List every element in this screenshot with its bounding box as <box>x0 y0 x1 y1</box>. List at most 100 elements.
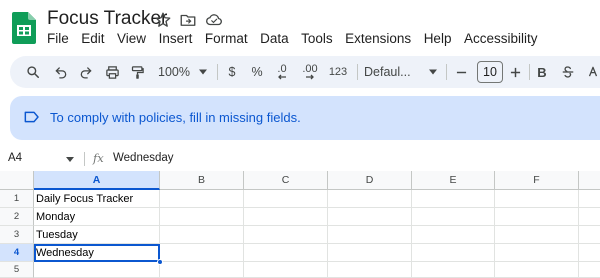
menu-accessibility[interactable]: Accessibility <box>464 31 538 46</box>
percent-icon: % <box>251 65 263 79</box>
currency-format-button[interactable]: $ <box>224 62 240 82</box>
row-header-1[interactable]: 1 <box>0 190 34 208</box>
menu-format[interactable]: Format <box>205 31 248 46</box>
sheets-logo-icon[interactable] <box>12 12 36 44</box>
cell-c1[interactable] <box>244 190 328 208</box>
menu-bar: File Edit View Insert Format Data Tools … <box>47 31 550 46</box>
cell-b4[interactable] <box>160 244 244 262</box>
cell-b2[interactable] <box>160 208 244 226</box>
cell-g4[interactable] <box>579 244 600 262</box>
cell-b1[interactable] <box>160 190 244 208</box>
cell-a3[interactable]: Tuesday <box>34 226 160 244</box>
redo-icon <box>80 67 92 79</box>
decrease-font-size-button[interactable] <box>453 62 469 82</box>
cell-f1[interactable] <box>495 190 579 208</box>
column-header-c[interactable]: C <box>244 171 328 190</box>
font-size-value: 10 <box>483 65 497 79</box>
percent-format-button[interactable]: % <box>249 62 265 82</box>
formula-bar: A4 fx Wednesday <box>0 150 600 170</box>
menu-edit[interactable]: Edit <box>81 31 104 46</box>
row-header-3[interactable]: 3 <box>0 226 34 244</box>
cell-a1[interactable]: Daily Focus Tracker <box>34 190 160 208</box>
menu-tools[interactable]: Tools <box>301 31 333 46</box>
menu-file[interactable]: File <box>47 31 69 46</box>
arrow-right-icon <box>306 74 314 79</box>
text-color-button[interactable] <box>586 62 600 82</box>
row-header-5[interactable]: 5 <box>0 262 34 278</box>
column-header-e[interactable]: E <box>412 171 495 190</box>
cell-f4[interactable] <box>495 244 579 262</box>
row-header-4[interactable]: 4 <box>0 244 34 262</box>
print-button[interactable] <box>103 62 121 82</box>
cell-f3[interactable] <box>495 226 579 244</box>
paint-format-button[interactable] <box>128 62 146 82</box>
cell-g3[interactable] <box>579 226 600 244</box>
star-icon[interactable] <box>154 11 172 29</box>
cell-e2[interactable] <box>412 208 495 226</box>
caret-down-icon[interactable] <box>66 157 74 162</box>
cell-c2[interactable] <box>244 208 328 226</box>
increase-decimal-icon: .00 <box>302 62 318 75</box>
column-header-d[interactable]: D <box>328 171 412 190</box>
cell-e4[interactable] <box>412 244 495 262</box>
undo-icon <box>55 67 67 79</box>
zoom-dropdown[interactable] <box>198 62 208 82</box>
cell-c5[interactable] <box>244 262 328 278</box>
cell-d1[interactable] <box>328 190 412 208</box>
cell-g1[interactable] <box>579 190 600 208</box>
column-header-g[interactable] <box>579 171 600 190</box>
font-dropdown[interactable] <box>428 62 438 82</box>
column-header-a[interactable]: A <box>34 171 160 190</box>
redo-button[interactable] <box>77 62 95 82</box>
zoom-select[interactable]: 100% <box>156 62 192 82</box>
cell-f5[interactable] <box>495 262 579 278</box>
cell-b3[interactable] <box>160 226 244 244</box>
undo-button[interactable] <box>52 62 70 82</box>
column-header-b[interactable]: B <box>160 171 244 190</box>
cell-d2[interactable] <box>328 208 412 226</box>
title-bar: Focus Tracker File Edit View Insert Form… <box>0 0 600 52</box>
name-box[interactable]: A4 <box>8 152 22 164</box>
decrease-decimal-button[interactable]: .0 <box>272 62 292 82</box>
cell-c3[interactable] <box>244 226 328 244</box>
minus-icon <box>456 71 466 73</box>
cell-f2[interactable] <box>495 208 579 226</box>
cloud-saved-icon[interactable] <box>205 11 223 29</box>
increase-font-size-button[interactable] <box>507 62 523 82</box>
font-size-input[interactable]: 10 <box>477 61 503 83</box>
plus-icon <box>510 67 520 77</box>
cell-c4[interactable] <box>244 244 328 262</box>
document-title[interactable]: Focus Tracker <box>47 8 167 30</box>
strikethrough-button[interactable] <box>560 62 576 82</box>
banner-message: To comply with policies, fill in missing… <box>50 110 301 125</box>
search-icon <box>27 66 40 79</box>
font-select[interactable]: Defaul... <box>364 62 420 82</box>
menu-insert[interactable]: Insert <box>159 31 193 46</box>
cell-d5[interactable] <box>328 262 412 278</box>
menu-extensions[interactable]: Extensions <box>345 31 411 46</box>
menu-data[interactable]: Data <box>260 31 289 46</box>
cell-e1[interactable] <box>412 190 495 208</box>
more-formats-button[interactable]: 123 <box>327 62 349 82</box>
cell-g2[interactable] <box>579 208 600 226</box>
row-header-2[interactable]: 2 <box>0 208 34 226</box>
cell-e5[interactable] <box>412 262 495 278</box>
menu-view[interactable]: View <box>117 31 146 46</box>
increase-decimal-button[interactable]: .00 <box>299 62 321 82</box>
search-menus-button[interactable] <box>24 62 42 82</box>
bold-button[interactable]: B <box>534 62 550 82</box>
cell-a5[interactable] <box>34 262 160 278</box>
policy-banner[interactable]: To comply with policies, fill in missing… <box>10 96 600 140</box>
menu-help[interactable]: Help <box>424 31 452 46</box>
cell-g5[interactable] <box>579 262 600 278</box>
cell-e3[interactable] <box>412 226 495 244</box>
cell-d3[interactable] <box>328 226 412 244</box>
cell-b5[interactable] <box>160 262 244 278</box>
select-all-corner[interactable] <box>0 171 34 190</box>
move-folder-icon[interactable] <box>179 11 197 29</box>
formula-input[interactable]: Wednesday <box>113 152 174 164</box>
cell-d4[interactable] <box>328 244 412 262</box>
cell-a2[interactable]: Monday <box>34 208 160 226</box>
fill-handle[interactable] <box>157 259 163 265</box>
column-header-f[interactable]: F <box>495 171 579 190</box>
